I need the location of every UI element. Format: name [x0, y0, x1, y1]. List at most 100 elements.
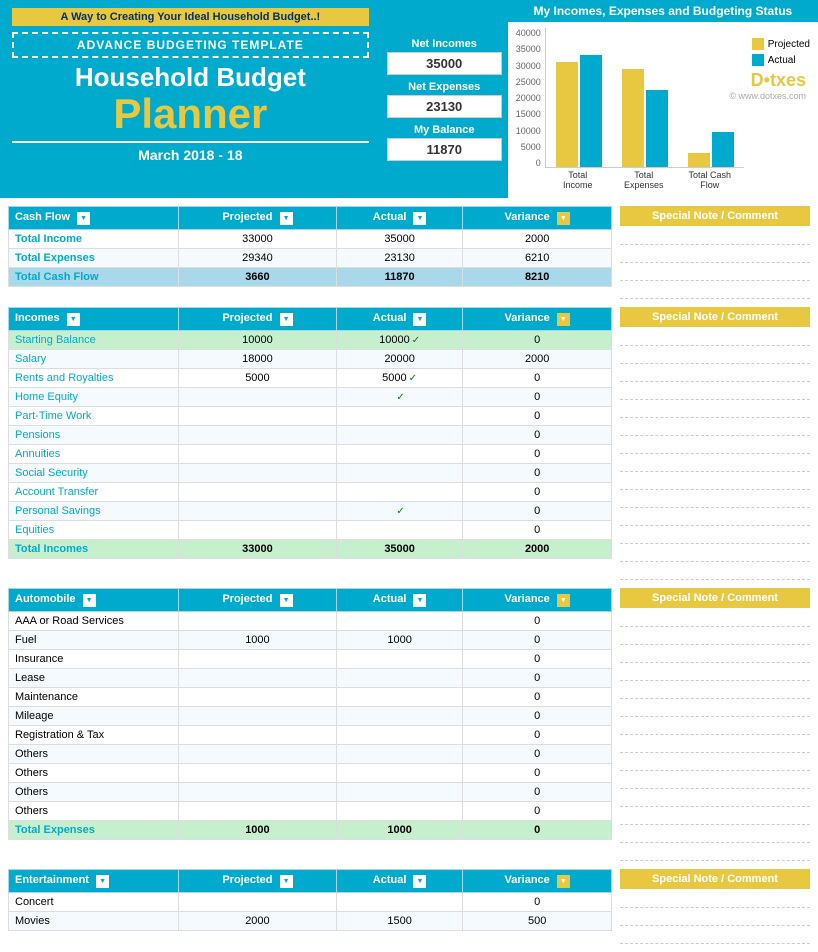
- legend-actual-box: [752, 54, 764, 66]
- incomes-row: Equities 0: [9, 521, 612, 540]
- note-line: [620, 717, 810, 735]
- automobile-row: AAA or Road Services 0: [9, 612, 612, 631]
- legend-projected-label: Projected: [768, 39, 810, 50]
- legend-projected-box: [752, 38, 764, 50]
- note-line: [620, 609, 810, 627]
- note-line: [620, 227, 810, 245]
- note-line: [620, 753, 810, 771]
- automobile-total-row: Total Expenses 1000 1000 0: [9, 821, 612, 840]
- entertainment-row: Concert 0: [9, 893, 612, 912]
- entertainment-note-header: Special Note / Comment: [620, 869, 810, 889]
- note-line: [620, 627, 810, 645]
- bar-total-income-actual: [580, 55, 602, 167]
- ent-proj-dropdown[interactable]: ▼: [280, 875, 293, 888]
- cashflow-actual-header: Actual ▼: [336, 207, 463, 230]
- note-line: [620, 735, 810, 753]
- note-line: [620, 454, 810, 472]
- incomes-table: Incomes ▼ Projected ▼ Actual ▼ Varianc: [8, 307, 612, 559]
- cashflow-row: Total Cash Flow 3660 11870 8210: [9, 268, 612, 287]
- inc-act-dropdown[interactable]: ▼: [413, 313, 426, 326]
- incomes-row: Part-Time Work 0: [9, 407, 612, 426]
- page: A Way to Creating Your Ideal Household B…: [0, 0, 818, 952]
- note-line: [620, 789, 810, 807]
- actual-dropdown[interactable]: ▼: [413, 212, 426, 225]
- legend-actual-label: Actual: [768, 55, 796, 66]
- note-line: [620, 328, 810, 346]
- note-line: [620, 771, 810, 789]
- header-subtitle: Planner: [12, 93, 369, 135]
- note-line: [620, 490, 810, 508]
- note-line: [620, 843, 810, 861]
- note-line: [620, 364, 810, 382]
- incomes-section: Incomes ▼ Projected ▼ Actual ▼ Varianc: [0, 303, 818, 584]
- net-incomes-value: 35000: [387, 52, 502, 75]
- bar-total-income-projected: [556, 62, 578, 167]
- incomes-row: Social Security 0: [9, 464, 612, 483]
- cashflow-table: Cash Flow ▼ Projected ▼ Actual ▼ Varia: [8, 206, 612, 287]
- cashflow-row: Total Expenses 29340 23130 6210: [9, 249, 612, 268]
- note-line: [620, 346, 810, 364]
- auto-var-dropdown[interactable]: ▼: [557, 594, 570, 607]
- bar-total-expenses-projected: [622, 69, 644, 167]
- note-line: [620, 526, 810, 544]
- note-line: [620, 908, 810, 926]
- incomes-note-header: Special Note / Comment: [620, 307, 810, 327]
- ent-var-dropdown[interactable]: ▼: [557, 875, 570, 888]
- note-line: [620, 699, 810, 717]
- template-label: ADVANCE BUDGETING TEMPLATE: [12, 32, 369, 58]
- bar-cashflow-actual: [712, 132, 734, 167]
- incomes-dropdown[interactable]: ▼: [67, 313, 80, 326]
- ent-dropdown[interactable]: ▼: [96, 875, 109, 888]
- automobile-row: Lease 0: [9, 669, 612, 688]
- note-line: [620, 926, 810, 944]
- incomes-row: Rents and Royalties 5000 5000✓ 0: [9, 369, 612, 388]
- automobile-table-container: Automobile ▼ Projected ▼ Actual ▼ Vari: [8, 588, 612, 840]
- entertainment-table: Entertainment ▼ Projected ▼ Actual ▼ V: [8, 869, 612, 931]
- note-line: [620, 890, 810, 908]
- automobile-note-header: Special Note / Comment: [620, 588, 810, 608]
- note-line: [620, 382, 810, 400]
- automobile-row: Fuel 1000 1000 0: [9, 631, 612, 650]
- auto-act-dropdown[interactable]: ▼: [413, 594, 426, 607]
- entertainment-header: Entertainment ▼: [9, 870, 179, 893]
- entertainment-table-container: Entertainment ▼ Projected ▼ Actual ▼ V: [8, 869, 612, 931]
- inc-var-dropdown[interactable]: ▼: [557, 313, 570, 326]
- note-line: [620, 645, 810, 663]
- header-title: Household Budget: [12, 62, 369, 93]
- ent-act-dropdown[interactable]: ▼: [413, 875, 426, 888]
- ent-actual-header: Actual ▼: [336, 870, 463, 893]
- note-line: [620, 418, 810, 436]
- cashflow-header: Cash Flow ▼: [9, 207, 179, 230]
- note-line: [620, 263, 810, 281]
- variance-dropdown[interactable]: ▼: [557, 212, 570, 225]
- automobile-row: Mileage 0: [9, 707, 612, 726]
- incomes-row: Starting Balance 10000 10000✓ 0: [9, 331, 612, 350]
- cashflow-dropdown[interactable]: ▼: [77, 212, 90, 225]
- note-line: [620, 807, 810, 825]
- cashflow-row: Total Income 33000 35000 2000: [9, 230, 612, 249]
- cashflow-table-container: Cash Flow ▼ Projected ▼ Actual ▼ Varia: [8, 206, 612, 287]
- note-line: [620, 663, 810, 681]
- note-line: [620, 681, 810, 699]
- projected-dropdown[interactable]: ▼: [280, 212, 293, 225]
- incomes-row: Pensions 0: [9, 426, 612, 445]
- automobile-row: Registration & Tax 0: [9, 726, 612, 745]
- dotxes-sub: © www.dotxes.com: [729, 91, 806, 101]
- note-line: [620, 281, 810, 299]
- bar-cashflow-projected: [688, 153, 710, 167]
- incomes-header: Incomes ▼: [9, 308, 179, 331]
- my-balance-value: 11870: [387, 138, 502, 161]
- automobile-row: Others 0: [9, 764, 612, 783]
- auto-actual-header: Actual ▼: [336, 589, 463, 612]
- automobile-row: Others 0: [9, 783, 612, 802]
- auto-proj-dropdown[interactable]: ▼: [280, 594, 293, 607]
- incomes-row: Home Equity ✓ 0: [9, 388, 612, 407]
- note-line: [620, 825, 810, 843]
- net-incomes-label: Net Incomes: [387, 38, 502, 50]
- auto-dropdown[interactable]: ▼: [83, 594, 96, 607]
- note-line: [620, 400, 810, 418]
- inc-proj-dropdown[interactable]: ▼: [280, 313, 293, 326]
- automobile-section: Automobile ▼ Projected ▼ Actual ▼ Vari: [0, 584, 818, 865]
- incomes-actual-header: Actual ▼: [336, 308, 463, 331]
- note-line: [620, 436, 810, 454]
